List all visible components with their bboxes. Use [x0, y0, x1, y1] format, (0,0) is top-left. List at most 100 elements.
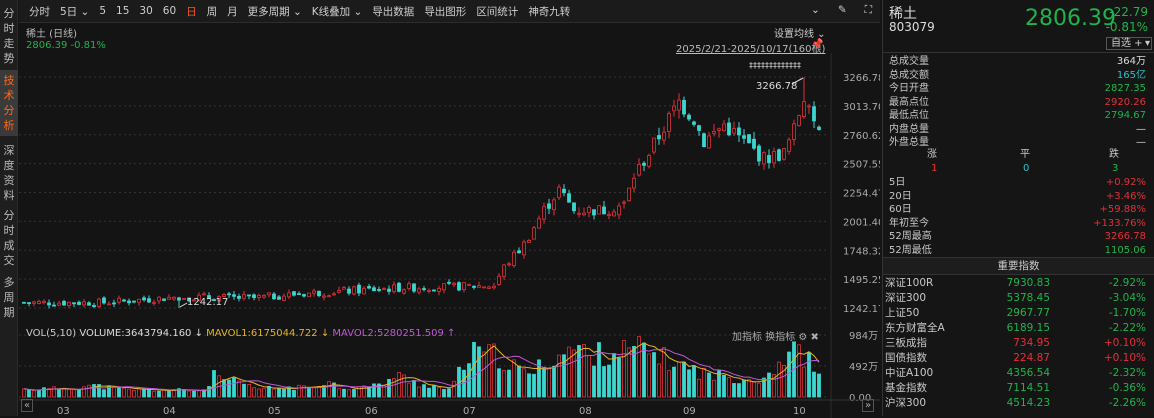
toolbar-item[interactable]: K线叠加 ⌄: [312, 4, 363, 19]
volume-bar: [442, 389, 446, 398]
period-toolbar: 分时 5日 ⌄ 5 15 30 60 日周月更多周期 ⌄ K线叠加 ⌄ 导出数据 导出图形 区间统计…: [19, 0, 880, 23]
quote-panel: 稀土 803079 2806.39 -22.79 -0.81% 自选 + ▾ 总成…: [882, 0, 1154, 416]
candle-body: [157, 296, 161, 302]
brush-icon[interactable]: ✎: [838, 4, 847, 17]
vol-value: VOLUME:3643794.160 ↓: [79, 328, 203, 339]
left-tab[interactable]: 分时走势: [0, 3, 18, 69]
index-value: 734.95: [1013, 337, 1050, 349]
volume-bar: [292, 390, 296, 398]
candle-body: [567, 193, 571, 203]
candle-body: [677, 99, 681, 111]
volume-bar: [612, 353, 616, 398]
candle-body: [682, 99, 686, 115]
toolbar-item[interactable]: 周: [207, 4, 218, 19]
left-tab[interactable]: 技术分析: [0, 70, 18, 136]
switch-indicator-button[interactable]: 换指标: [765, 332, 795, 343]
index-row[interactable]: 深证100R 7930.83 -2.92%: [885, 276, 1146, 291]
index-row[interactable]: 深证300 5378.45 -3.04%: [885, 291, 1146, 306]
candle-body: [347, 288, 351, 294]
min-arrow: [179, 302, 188, 308]
index-row[interactable]: 上证50 2967.77 -1.70%: [885, 306, 1146, 321]
toolbar-item[interactable]: 60: [163, 5, 176, 17]
left-tab[interactable]: 深度资料: [0, 140, 18, 206]
index-section-title: 重要指数: [883, 257, 1154, 275]
index-row[interactable]: 基金指数 7114.51 -0.36%: [885, 381, 1146, 396]
y-tick-label: 2760.62: [843, 131, 880, 142]
stat-row: 最低点位 2794.67: [889, 109, 1146, 122]
stat-label: 最高点位: [889, 96, 929, 108]
volume-bar: [542, 366, 546, 398]
candle-body: [382, 288, 386, 291]
volume-bar: [57, 389, 61, 398]
collapse-circle-icon[interactable]: ⌄: [811, 4, 820, 17]
index-name: 三板成指: [885, 337, 927, 349]
volume-bar: [407, 382, 411, 398]
toolbar-item[interactable]: 5: [99, 5, 106, 17]
index-row[interactable]: 中证A100 4356.54 -2.32%: [885, 366, 1146, 381]
volume-bar: [642, 342, 646, 398]
left-tab[interactable]: 多周期: [0, 272, 18, 323]
candle-body: [537, 218, 541, 229]
toolbar-item[interactable]: 15: [116, 5, 129, 17]
left-tab-strip: 分时走势 技术分析深度资料 分时成交 多周期: [0, 0, 18, 416]
volume-bar: [117, 386, 121, 398]
volume-bar: [22, 388, 26, 398]
candle-body: [267, 292, 271, 296]
month-label: 09: [683, 406, 696, 417]
kline-chart[interactable]: 稀土 (日线) 2806.39 -0.81% 设置均线 ⌄ 2025/2/21-…: [19, 23, 880, 418]
fullscreen-icon[interactable]: ⛶: [865, 4, 872, 17]
left-tab[interactable]: 分时成交: [0, 205, 18, 271]
volume-bar: [472, 341, 476, 398]
scroll-right-button[interactable]: »: [862, 399, 875, 412]
return-label: 5日: [889, 177, 906, 188]
volume-bar: [712, 379, 716, 398]
index-row[interactable]: 国债指数 224.87 +0.10%: [885, 351, 1146, 366]
gear-icon[interactable]: ⚙: [798, 332, 807, 343]
candle-body: [147, 298, 151, 303]
candle-body: [632, 177, 636, 189]
candle-body: [812, 106, 816, 122]
toolbar-item[interactable]: 日: [186, 4, 197, 19]
toolbar-item[interactable]: 5日 ⌄: [60, 4, 89, 19]
close-icon[interactable]: ✖: [811, 332, 819, 343]
toolbar-item[interactable]: 导出数据: [372, 4, 414, 19]
volume-bar: [517, 365, 521, 398]
candle-body: [732, 128, 736, 134]
toolbar-item[interactable]: 神奇九转: [528, 4, 570, 19]
add-indicator-button[interactable]: 加指标: [732, 332, 762, 343]
toolbar-item[interactable]: 月: [227, 4, 238, 19]
volume-bar: [602, 366, 606, 398]
volume-bar: [447, 388, 451, 398]
volume-bar: [652, 352, 656, 398]
toolbar-item[interactable]: 导出图形: [424, 4, 466, 19]
last-price: 2806.39: [1025, 6, 1116, 31]
toolbar-item[interactable]: 更多周期 ⌄: [248, 4, 302, 19]
candle-body: [252, 294, 256, 298]
index-row[interactable]: 东方财富全A 6189.15 -2.22%: [885, 321, 1146, 336]
toolbar-item[interactable]: 分时: [29, 4, 50, 19]
volume-bar: [132, 390, 136, 398]
change-pct: -0.81%: [1105, 20, 1148, 34]
index-row[interactable]: 沪深300 4514.23 -2.26%: [885, 396, 1146, 411]
change: -22.79: [1109, 5, 1148, 19]
stat-value: 2827.35: [1104, 83, 1146, 94]
candle-body: [592, 209, 596, 216]
candle-body: [407, 283, 411, 289]
add-watchlist-button[interactable]: 自选 + ▾: [1106, 37, 1152, 50]
candle-body: [337, 290, 341, 293]
volume-bar: [672, 366, 676, 398]
month-label: 03: [57, 406, 70, 417]
y-tick-label: 1748.32: [843, 246, 880, 257]
down-count: 3: [1112, 163, 1119, 174]
candle-body: [162, 298, 166, 301]
flat-count: 0: [1023, 163, 1030, 174]
scroll-left-button[interactable]: «: [21, 399, 34, 412]
volume-bar: [752, 381, 756, 398]
stat-value: 364万: [1116, 56, 1146, 67]
index-row[interactable]: 三板成指 734.95 +0.10%: [885, 336, 1146, 351]
toolbar-item[interactable]: 30: [139, 5, 152, 17]
volume-bar: [682, 361, 686, 398]
candle-body: [397, 282, 401, 292]
toolbar-item[interactable]: 区间统计: [476, 4, 518, 19]
volume-bar: [787, 351, 791, 398]
